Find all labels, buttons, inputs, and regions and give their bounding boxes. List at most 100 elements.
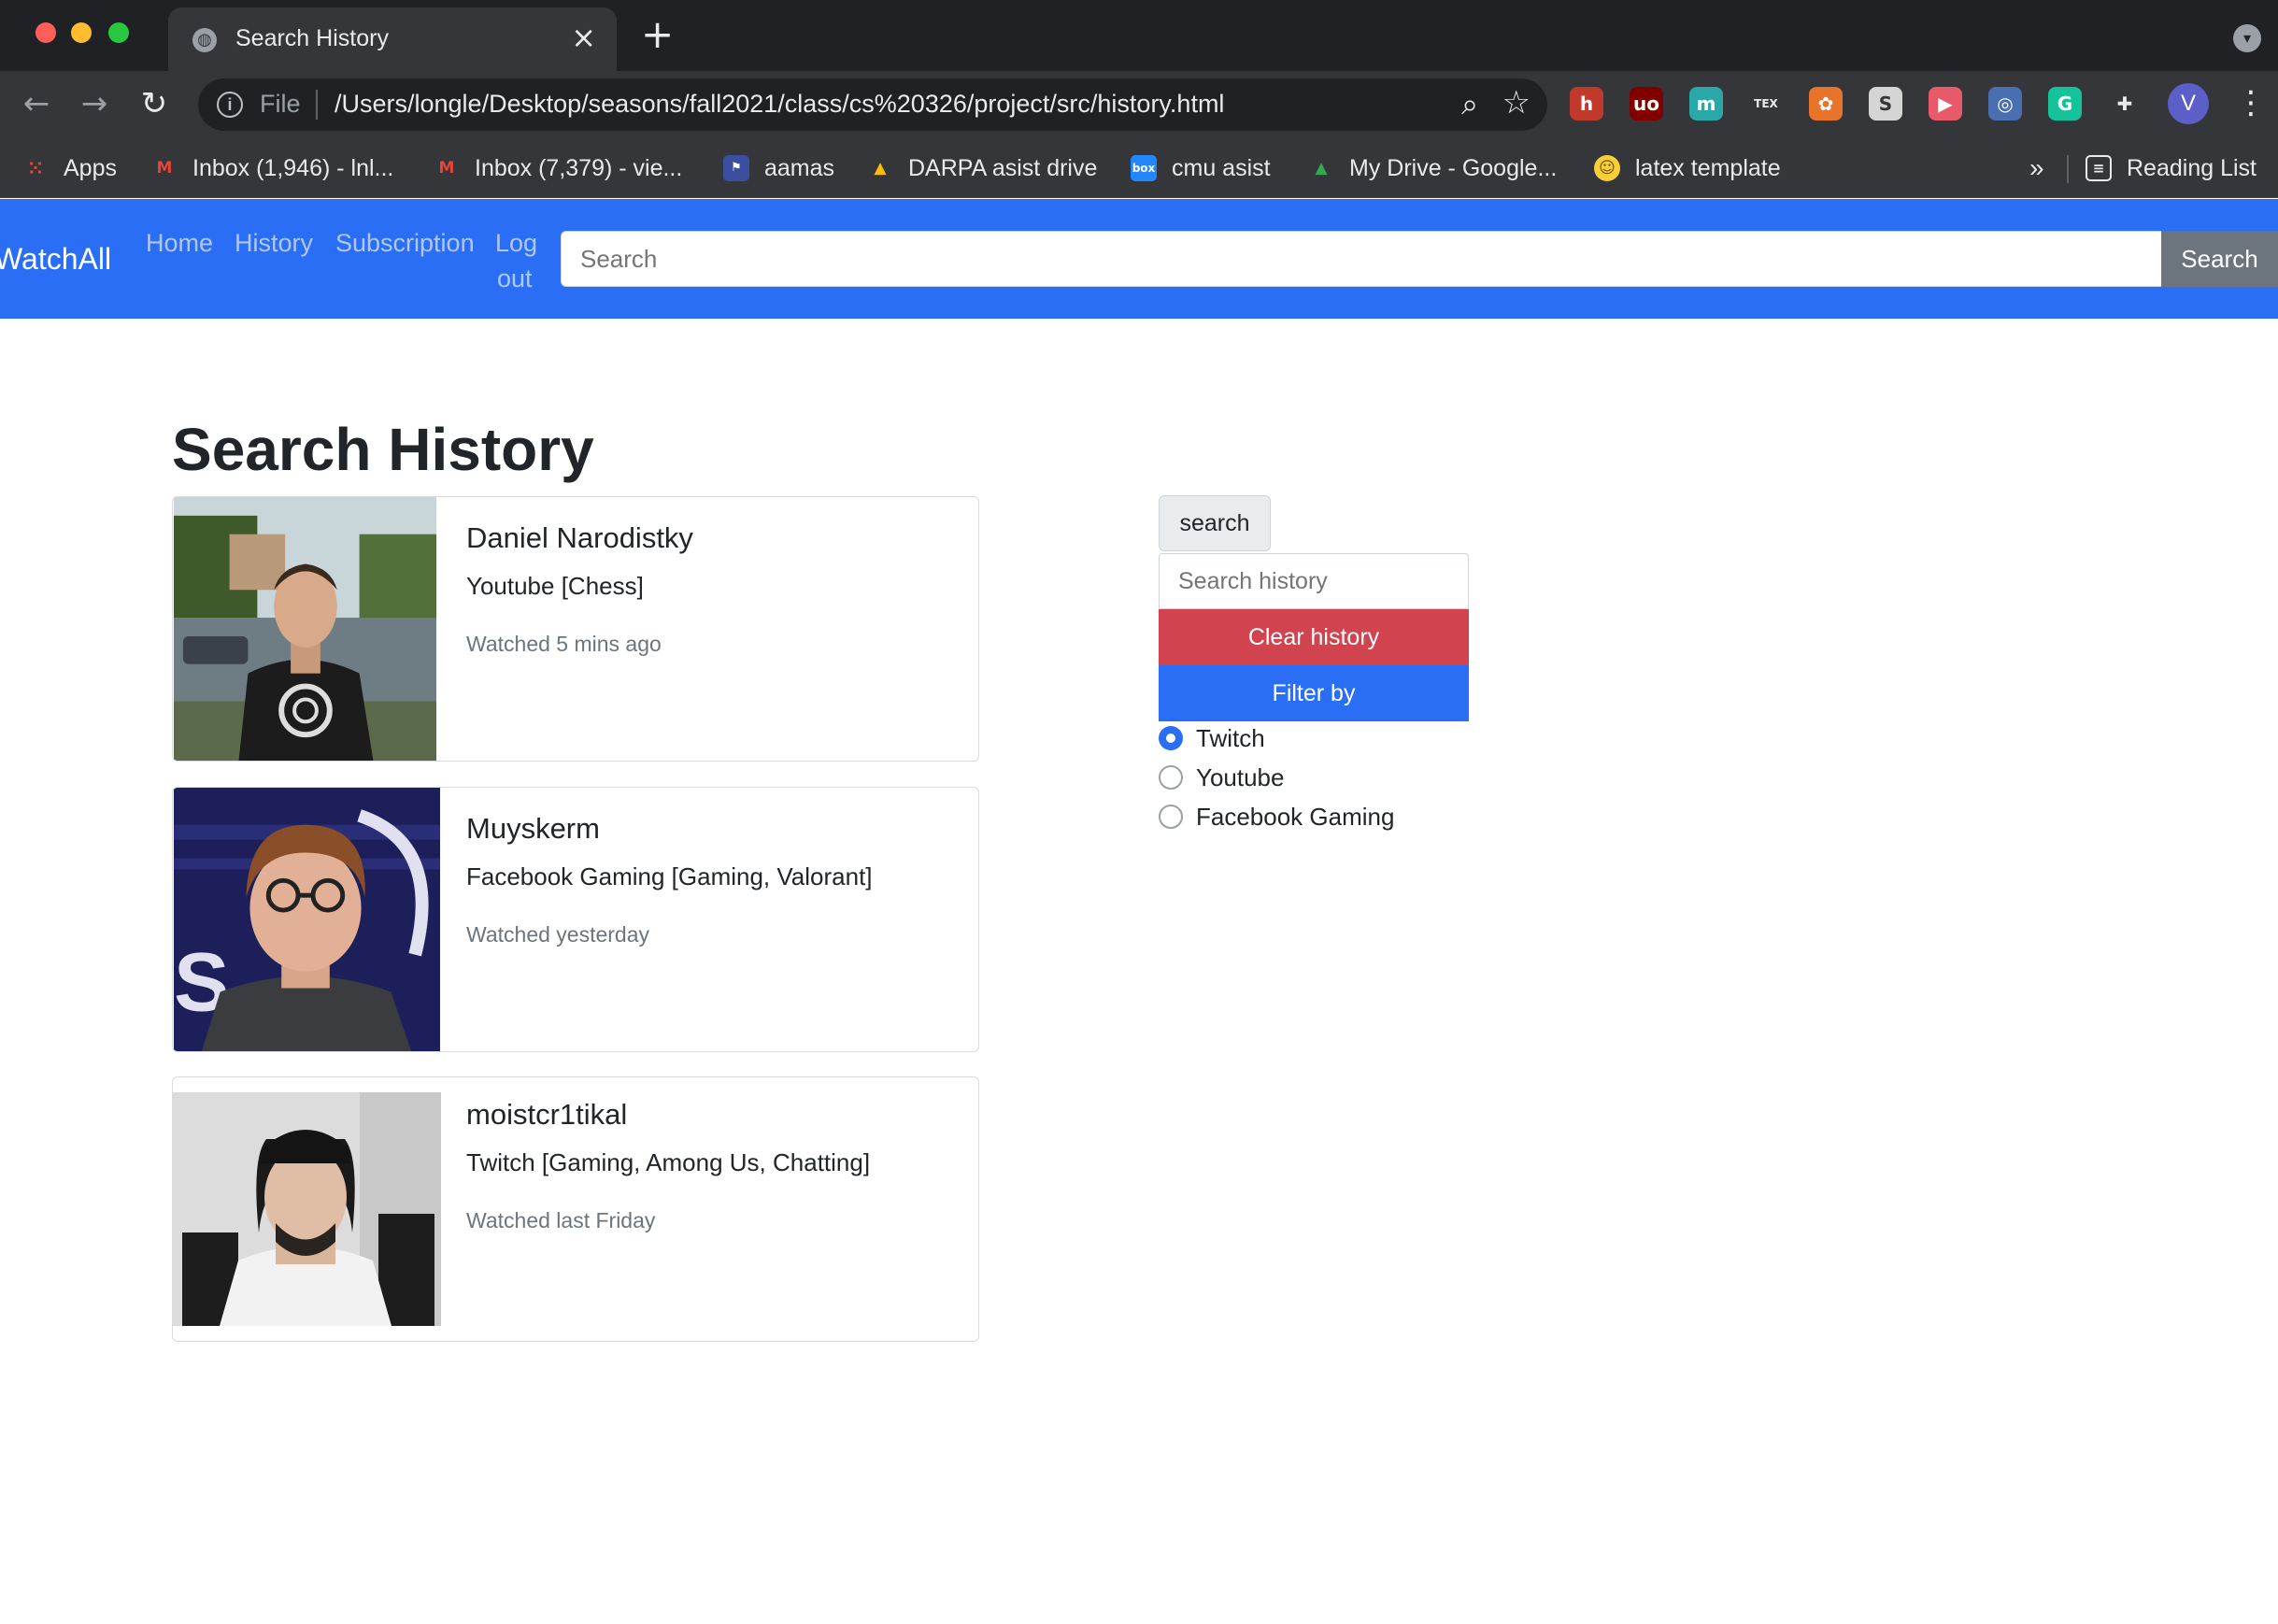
puzzle-icon[interactable]: ✚: [2108, 87, 2142, 121]
hypothesis-icon[interactable]: h: [1570, 87, 1603, 121]
forward-arrow-icon[interactable]: →: [73, 82, 116, 125]
streamer-name[interactable]: Daniel Narodistky: [466, 521, 693, 555]
info-icon[interactable]: i: [217, 92, 243, 118]
streamer-thumbnail: [173, 497, 437, 761]
bookmarks-separator: [2067, 155, 2069, 183]
sprout-icon[interactable]: ✿: [1809, 87, 1843, 121]
nav-home[interactable]: Home: [146, 225, 213, 261]
video-icon[interactable]: ▶: [1929, 87, 1962, 121]
gmail-icon: M: [438, 159, 455, 178]
radio-button[interactable]: [1159, 765, 1183, 790]
address-bar[interactable]: i File /Users/longle/Desktop/seasons/fal…: [198, 78, 1547, 131]
reading-list-label: Reading List: [2127, 154, 2257, 181]
history-card[interactable]: S Muyskerm Facebook Gaming [Gaming, Valo…: [172, 787, 979, 1052]
grammarly-icon[interactable]: G: [2048, 87, 2082, 121]
bookmark-apps[interactable]: ⁙ Apps: [22, 148, 117, 189]
navbar-search-button[interactable]: Search: [2161, 231, 2278, 287]
url-text[interactable]: /Users/longle/Desktop/seasons/fall2021/c…: [335, 90, 1224, 119]
filter-label: Youtube: [1196, 762, 1285, 791]
reading-list-button[interactable]: ≡ Reading List: [2086, 148, 2257, 189]
bookmark-star-icon[interactable]: ☆: [1502, 84, 1531, 121]
brand-logo[interactable]: WatchAll: [0, 242, 111, 277]
bookmark-darpa-drive[interactable]: ▲ DARPA asist drive: [867, 148, 1097, 189]
reading-list-icon: ≡: [2086, 155, 2112, 181]
bookmark-aamas[interactable]: ⚑ aamas: [723, 148, 834, 189]
address-separator: [316, 90, 318, 120]
window-maximize-button[interactable]: [108, 22, 129, 43]
aamas-icon: ⚑: [723, 155, 749, 181]
nav-logout-line-1: Log: [495, 229, 538, 257]
bookmark-inbox-1[interactable]: M Inbox (1,946) - lnl...: [151, 148, 394, 189]
ublock-icon[interactable]: uo: [1630, 87, 1663, 121]
drive-icon: ▲: [874, 159, 887, 178]
clear-history-button[interactable]: Clear history: [1159, 609, 1469, 665]
watched-time: Watched 5 mins ago: [466, 632, 662, 656]
browser-tab[interactable]: ◍ Search History ×: [168, 7, 617, 71]
navbar-search-input[interactable]: [561, 231, 2161, 287]
profile-avatar[interactable]: V: [2168, 83, 2209, 124]
history-card[interactable]: moistcr1tikal Twitch [Gaming, Among Us, …: [172, 1076, 979, 1342]
streamer-platform: Facebook Gaming [Gaming, Valorant]: [466, 862, 873, 890]
filter-option-facebook-gaming[interactable]: Facebook Gaming: [1159, 800, 1394, 833]
bookmark-latex-template[interactable]: ☺ latex template: [1594, 148, 1781, 189]
streamer-thumbnail: [173, 1092, 441, 1326]
filter-option-twitch[interactable]: Twitch: [1159, 721, 1265, 755]
zoom-icon[interactable]: ⌕: [1461, 86, 1478, 122]
watched-time: Watched last Friday: [466, 1208, 656, 1232]
bookmark-label: latex template: [1635, 154, 1781, 181]
m-extension-icon[interactable]: m: [1689, 87, 1723, 121]
reload-icon[interactable]: ↻: [133, 82, 176, 125]
tex-icon[interactable]: TEX: [1749, 87, 1783, 121]
apps-grid-icon: ⁙: [27, 157, 44, 179]
nav-logout-line-2: out: [497, 264, 533, 292]
bookmarks-bar: ⁙ Apps M Inbox (1,946) - lnl... M Inbox …: [0, 138, 2278, 198]
back-arrow-icon[interactable]: ←: [15, 82, 58, 125]
site-navbar: WatchAll Home History Subscription Log o…: [0, 199, 2278, 319]
watched-time: Watched yesterday: [466, 922, 650, 947]
filter-label: Facebook Gaming: [1196, 802, 1395, 831]
streamer-name[interactable]: moistcr1tikal: [466, 1098, 627, 1132]
window-minimize-button[interactable]: [71, 22, 92, 43]
history-card[interactable]: Daniel Narodistky Youtube [Chess] Watche…: [172, 496, 979, 762]
bookmark-label: Inbox (1,946) - lnl...: [192, 154, 394, 181]
more-bookmarks-chevron[interactable]: »: [2029, 148, 2044, 189]
bookmark-label: cmu asist: [1172, 154, 1271, 181]
new-tab-icon[interactable]: +: [641, 15, 674, 54]
streamer-thumbnail: S: [174, 788, 440, 1051]
filter-option-youtube[interactable]: Youtube: [1159, 761, 1284, 794]
bookmark-label: DARPA asist drive: [908, 154, 1098, 181]
browser-tab-strip: ◍ Search History × + ▾: [0, 0, 2278, 71]
history-search-input[interactable]: [1159, 553, 1469, 609]
globe-icon: ◍: [192, 28, 217, 52]
nav-history[interactable]: History: [235, 225, 313, 261]
url-scheme-label: File: [260, 90, 301, 118]
bookmark-label: My Drive - Google...: [1349, 154, 1558, 181]
emoji-icon: ☺: [1594, 155, 1620, 181]
streamer-name[interactable]: Muyskerm: [466, 812, 600, 846]
drive-icon: ▲: [1315, 159, 1328, 178]
tab-close-icon[interactable]: ×: [571, 21, 596, 54]
history-search-button[interactable]: search: [1159, 495, 1271, 551]
radio-button[interactable]: [1159, 726, 1183, 750]
glasses-icon[interactable]: ◎: [1988, 87, 2022, 121]
tab-search-icon[interactable]: ▾: [2233, 24, 2261, 52]
bookmark-my-drive[interactable]: ▲ My Drive - Google...: [1308, 148, 1557, 189]
box-icon: box: [1131, 155, 1157, 181]
bookmark-cmu-asist[interactable]: box cmu asist: [1131, 148, 1271, 189]
streamer-platform: Twitch [Gaming, Among Us, Chatting]: [466, 1148, 871, 1176]
bookmark-inbox-2[interactable]: M Inbox (7,379) - vie...: [434, 148, 683, 189]
page-title: Search History: [172, 416, 594, 483]
window-close-button[interactable]: [36, 22, 56, 43]
bookmark-label: Inbox (7,379) - vie...: [475, 154, 683, 181]
bookmark-label: Apps: [64, 154, 117, 181]
browser-menu-icon[interactable]: ⋮: [2235, 84, 2267, 121]
tab-title: Search History: [235, 25, 389, 51]
filter-label: Twitch: [1196, 723, 1265, 752]
nav-logout[interactable]: Log out: [495, 225, 537, 296]
radio-button[interactable]: [1159, 805, 1183, 829]
nav-subscription[interactable]: Subscription: [335, 225, 475, 261]
bookmark-label: aamas: [764, 154, 835, 181]
filter-by-button[interactable]: Filter by: [1159, 665, 1469, 721]
gmail-icon: M: [156, 159, 173, 178]
s-extension-icon[interactable]: S: [1869, 87, 1902, 121]
